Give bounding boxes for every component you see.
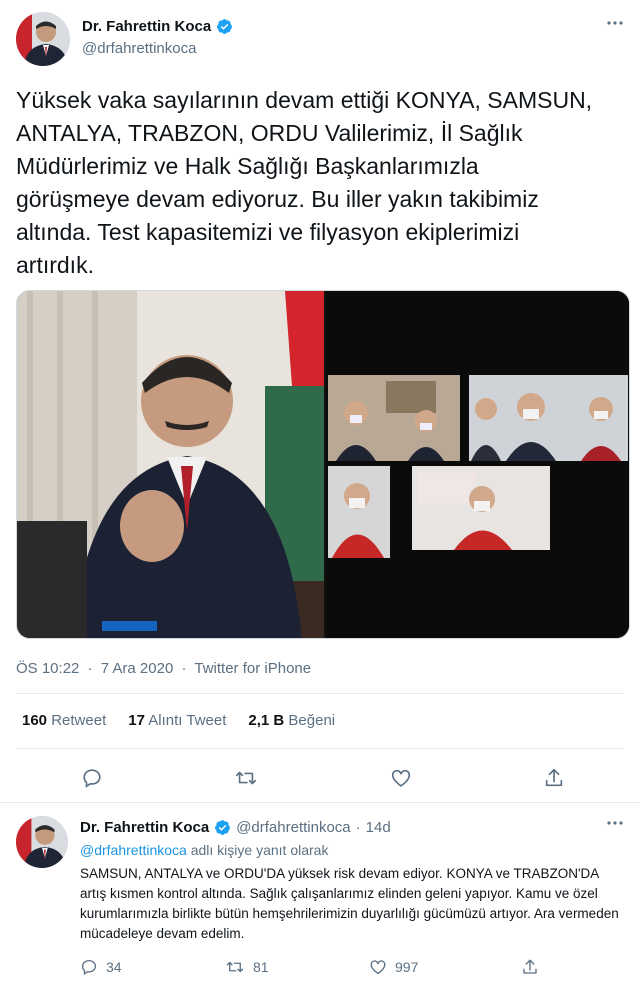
reply-author-handle[interactable]: @drfahrettinkoca — [236, 819, 350, 836]
tweet-text: Yüksek vaka sayılarının devam ettiği KON… — [16, 87, 593, 278]
video-conference-photo[interactable] — [326, 291, 629, 638]
like-stat[interactable]: 2,1 B Beğeni — [248, 712, 335, 729]
retweet-stat[interactable]: 160 Retweet — [22, 712, 106, 729]
reply-tweet[interactable]: Dr. Fahrettin Koca @drfahrettinkoca · 14… — [0, 806, 640, 985]
tweet-separator — [0, 802, 640, 803]
divider — [16, 748, 624, 749]
reply-reply-action[interactable]: 34 — [80, 958, 122, 976]
meta-separator: · — [87, 660, 93, 677]
reply-time[interactable]: 14d — [366, 819, 391, 836]
like-count: 2,1 B — [248, 712, 285, 729]
meta-separator: · — [355, 819, 361, 836]
share-icon[interactable] — [540, 764, 568, 792]
verified-badge-icon — [217, 19, 233, 34]
avatar[interactable] — [16, 816, 68, 868]
retweet-count: 160 — [22, 712, 48, 729]
replying-to: @drfahrettinkoca adlı kişiye yanıt olara… — [80, 842, 328, 858]
like-icon — [370, 960, 386, 975]
quote-stat[interactable]: 17 Alıntı Tweet — [128, 712, 226, 729]
tweet-meta: ÖS 10:22 · 7 Ara 2020 · Twitter for iPho… — [16, 660, 315, 677]
reply-author-row: Dr. Fahrettin Koca @drfahrettinkoca · 14… — [80, 819, 391, 836]
retweet-icon — [226, 961, 244, 973]
retweet-label: Retweet — [51, 712, 107, 729]
reply-text: SAMSUN, ANTALYA ve ORDU'DA yüksek risk d… — [80, 866, 619, 941]
tweet-source[interactable]: Twitter for iPhone — [194, 660, 311, 677]
like-label: Beğeni — [288, 712, 336, 729]
tweet-header: Dr. Fahrettin Koca @drfahrettinkoca — [16, 12, 624, 68]
reply-retweet-action[interactable]: 81 — [225, 958, 269, 976]
reply-count: 34 — [106, 959, 122, 975]
more-dots-icon[interactable] — [606, 820, 624, 826]
tweet-date[interactable]: 7 Ara 2020 — [101, 660, 174, 677]
tweet-stats: 160 Retweet 17 Alıntı Tweet 2,1 B Beğeni — [22, 712, 335, 729]
minister-at-laptop-photo[interactable] — [17, 291, 324, 638]
like-icon[interactable] — [387, 764, 415, 792]
quote-label: Alıntı Tweet — [148, 712, 227, 729]
reply-icon[interactable] — [78, 764, 106, 792]
author-name-row: Dr. Fahrettin Koca — [82, 18, 233, 35]
retweet-icon[interactable] — [232, 764, 260, 792]
reply-actions: 34 81 997 — [80, 958, 620, 982]
reply-author-name[interactable]: Dr. Fahrettin Koca — [80, 819, 209, 836]
replying-to-link[interactable]: @drfahrettinkoca — [80, 842, 187, 858]
tweet-actions — [0, 758, 640, 798]
avatar[interactable] — [16, 12, 70, 66]
author-handle[interactable]: @drfahrettinkoca — [82, 40, 196, 57]
like-count: 997 — [395, 959, 419, 975]
divider — [16, 693, 624, 694]
meta-separator: · — [181, 660, 187, 677]
verified-badge-icon — [215, 820, 231, 835]
reply-like-action[interactable]: 997 — [369, 958, 418, 976]
more-dots-icon[interactable] — [606, 20, 624, 26]
share-icon — [523, 959, 537, 974]
quote-count: 17 — [128, 712, 145, 729]
author-display-name[interactable]: Dr. Fahrettin Koca — [82, 18, 211, 35]
tweet-time[interactable]: ÖS 10:22 — [16, 660, 79, 677]
tweet-media[interactable] — [16, 290, 630, 639]
replying-to-suffix: adlı kişiye yanıt olarak — [190, 842, 329, 858]
retweet-count: 81 — [253, 959, 269, 975]
reply-share-action[interactable] — [521, 958, 539, 976]
reply-icon — [81, 959, 97, 975]
